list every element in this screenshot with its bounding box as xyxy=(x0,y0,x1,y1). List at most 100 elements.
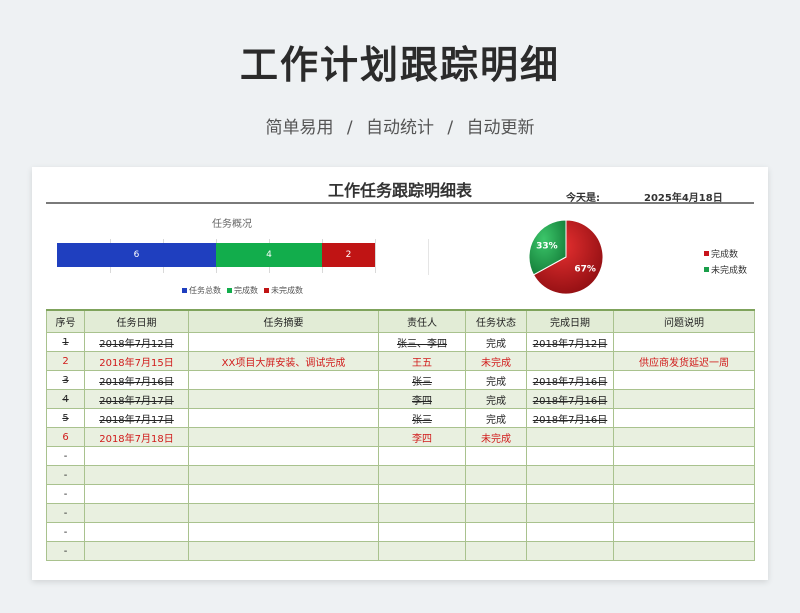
cell-index[interactable]: - xyxy=(46,484,85,504)
cell-summary[interactable]: XX项目大屏安装、调试完成 xyxy=(188,351,379,371)
cell-summary[interactable] xyxy=(188,503,379,523)
cell-owner[interactable]: 张三、李四 xyxy=(378,332,466,352)
cell-done-date[interactable] xyxy=(526,541,614,561)
cell-task-date[interactable] xyxy=(84,484,189,504)
cell-done-date[interactable]: 2018年7月16日 xyxy=(526,408,614,428)
cell-status[interactable] xyxy=(465,465,527,485)
cell-index[interactable]: - xyxy=(46,446,85,466)
cell-notes[interactable] xyxy=(613,370,755,390)
cell-owner[interactable] xyxy=(378,522,466,542)
bar-done: 4 xyxy=(216,243,322,267)
cell-task-date[interactable] xyxy=(84,522,189,542)
cell-done-date[interactable] xyxy=(526,465,614,485)
cell-status[interactable]: 未完成 xyxy=(465,427,527,447)
tag-auto-stat: 自动统计 xyxy=(366,118,434,138)
cell-summary[interactable] xyxy=(188,370,379,390)
cell-status[interactable] xyxy=(465,446,527,466)
cell-index[interactable]: - xyxy=(46,465,85,485)
cell-summary[interactable] xyxy=(188,541,379,561)
table-row: 1 2018年7月12日 张三、李四 完成 2018年7月12日 xyxy=(46,332,755,352)
cell-task-date[interactable]: 2018年7月18日 xyxy=(84,427,189,447)
spreadsheet-preview: 工作任务跟踪明细表 今天是: 2025年4月18日 任务概况 6 4 2 任务总… xyxy=(32,167,768,580)
completion-pie: 33% 67% xyxy=(528,219,604,295)
table-row: 3 2018年7月16日 张三 完成 2018年7月16日 xyxy=(46,370,755,390)
page-title: 工作计划跟踪明细 xyxy=(239,43,560,87)
cell-summary[interactable] xyxy=(188,332,379,352)
cell-owner[interactable]: 王五 xyxy=(378,351,466,371)
cell-done-date[interactable]: 2018年7月16日 xyxy=(526,370,614,390)
cell-task-date[interactable]: 2018年7月12日 xyxy=(84,332,189,352)
cell-owner[interactable] xyxy=(378,484,466,504)
cell-task-date[interactable] xyxy=(84,541,189,561)
cell-index[interactable]: - xyxy=(46,503,85,523)
cell-notes[interactable]: 供应商发货延迟一周 xyxy=(613,351,755,371)
cell-task-date[interactable]: 2018年7月15日 xyxy=(84,351,189,371)
cell-notes[interactable] xyxy=(613,465,755,485)
cell-owner[interactable] xyxy=(378,465,466,485)
cell-task-date[interactable] xyxy=(84,446,189,466)
cell-notes[interactable] xyxy=(613,541,755,561)
cell-owner[interactable]: 李四 xyxy=(378,427,466,447)
cell-notes[interactable] xyxy=(613,408,755,428)
cell-done-date[interactable] xyxy=(526,446,614,466)
cell-status[interactable]: 完成 xyxy=(465,332,527,352)
cell-summary[interactable] xyxy=(188,484,379,504)
cell-notes[interactable] xyxy=(613,446,755,466)
cell-done-date[interactable] xyxy=(526,351,614,371)
cell-status[interactable] xyxy=(465,503,527,523)
legend-undone: 未完成数 xyxy=(264,285,303,296)
cell-task-date[interactable] xyxy=(84,465,189,485)
cell-index[interactable]: 4 xyxy=(46,389,85,409)
cell-owner[interactable] xyxy=(378,541,466,561)
cell-status[interactable] xyxy=(465,484,527,504)
tag-separator: / xyxy=(447,118,454,138)
cell-done-date[interactable] xyxy=(526,522,614,542)
cell-index[interactable]: 3 xyxy=(46,370,85,390)
cell-index[interactable]: 1 xyxy=(46,332,85,352)
cell-index[interactable]: - xyxy=(46,541,85,561)
tag-auto-update: 自动更新 xyxy=(466,118,535,138)
cell-owner[interactable] xyxy=(378,446,466,466)
pie-legend: 完成数 未完成数 xyxy=(704,247,747,279)
cell-owner[interactable] xyxy=(378,503,466,523)
cell-done-date[interactable] xyxy=(526,427,614,447)
cell-summary[interactable] xyxy=(188,465,379,485)
cell-summary[interactable] xyxy=(188,389,379,409)
cell-summary[interactable] xyxy=(188,522,379,542)
cell-task-date[interactable]: 2018年7月17日 xyxy=(84,408,189,428)
cell-status[interactable] xyxy=(465,522,527,542)
cell-done-date[interactable]: 2018年7月12日 xyxy=(526,332,614,352)
bar-total: 6 xyxy=(57,243,216,267)
cell-status[interactable]: 完成 xyxy=(465,370,527,390)
cell-owner[interactable]: 张三 xyxy=(378,370,466,390)
cell-done-date[interactable]: 2018年7月16日 xyxy=(526,389,614,409)
cell-notes[interactable] xyxy=(613,503,755,523)
cell-status[interactable]: 未完成 xyxy=(465,351,527,371)
cell-status[interactable]: 完成 xyxy=(465,389,527,409)
cell-index[interactable]: - xyxy=(46,522,85,542)
cell-notes[interactable] xyxy=(613,427,755,447)
cell-owner[interactable]: 张三 xyxy=(378,408,466,428)
cell-summary[interactable] xyxy=(188,408,379,428)
cell-notes[interactable] xyxy=(613,332,755,352)
legend-done: 完成数 xyxy=(227,285,258,296)
cell-task-date[interactable]: 2018年7月16日 xyxy=(84,370,189,390)
overview-title: 任务概况 xyxy=(212,219,252,230)
cell-notes[interactable] xyxy=(613,389,755,409)
cell-summary[interactable] xyxy=(188,446,379,466)
cell-status[interactable] xyxy=(465,541,527,561)
cell-owner[interactable]: 李四 xyxy=(378,389,466,409)
cell-index[interactable]: 5 xyxy=(46,408,85,428)
cell-index[interactable]: 2 xyxy=(46,351,85,371)
cell-notes[interactable] xyxy=(613,484,755,504)
cell-notes[interactable] xyxy=(613,522,755,542)
table-row: 2 2018年7月15日 XX项目大屏安装、调试完成 王五 未完成 供应商发货延迟一周 xyxy=(46,351,755,371)
cell-task-date[interactable] xyxy=(84,503,189,523)
cell-summary[interactable] xyxy=(188,427,379,447)
cell-index[interactable]: 6 xyxy=(46,427,85,447)
pie-label-undone: 33% xyxy=(536,242,558,252)
cell-status[interactable]: 完成 xyxy=(465,408,527,428)
cell-done-date[interactable] xyxy=(526,484,614,504)
cell-done-date[interactable] xyxy=(526,503,614,523)
cell-task-date[interactable]: 2018年7月17日 xyxy=(84,389,189,409)
